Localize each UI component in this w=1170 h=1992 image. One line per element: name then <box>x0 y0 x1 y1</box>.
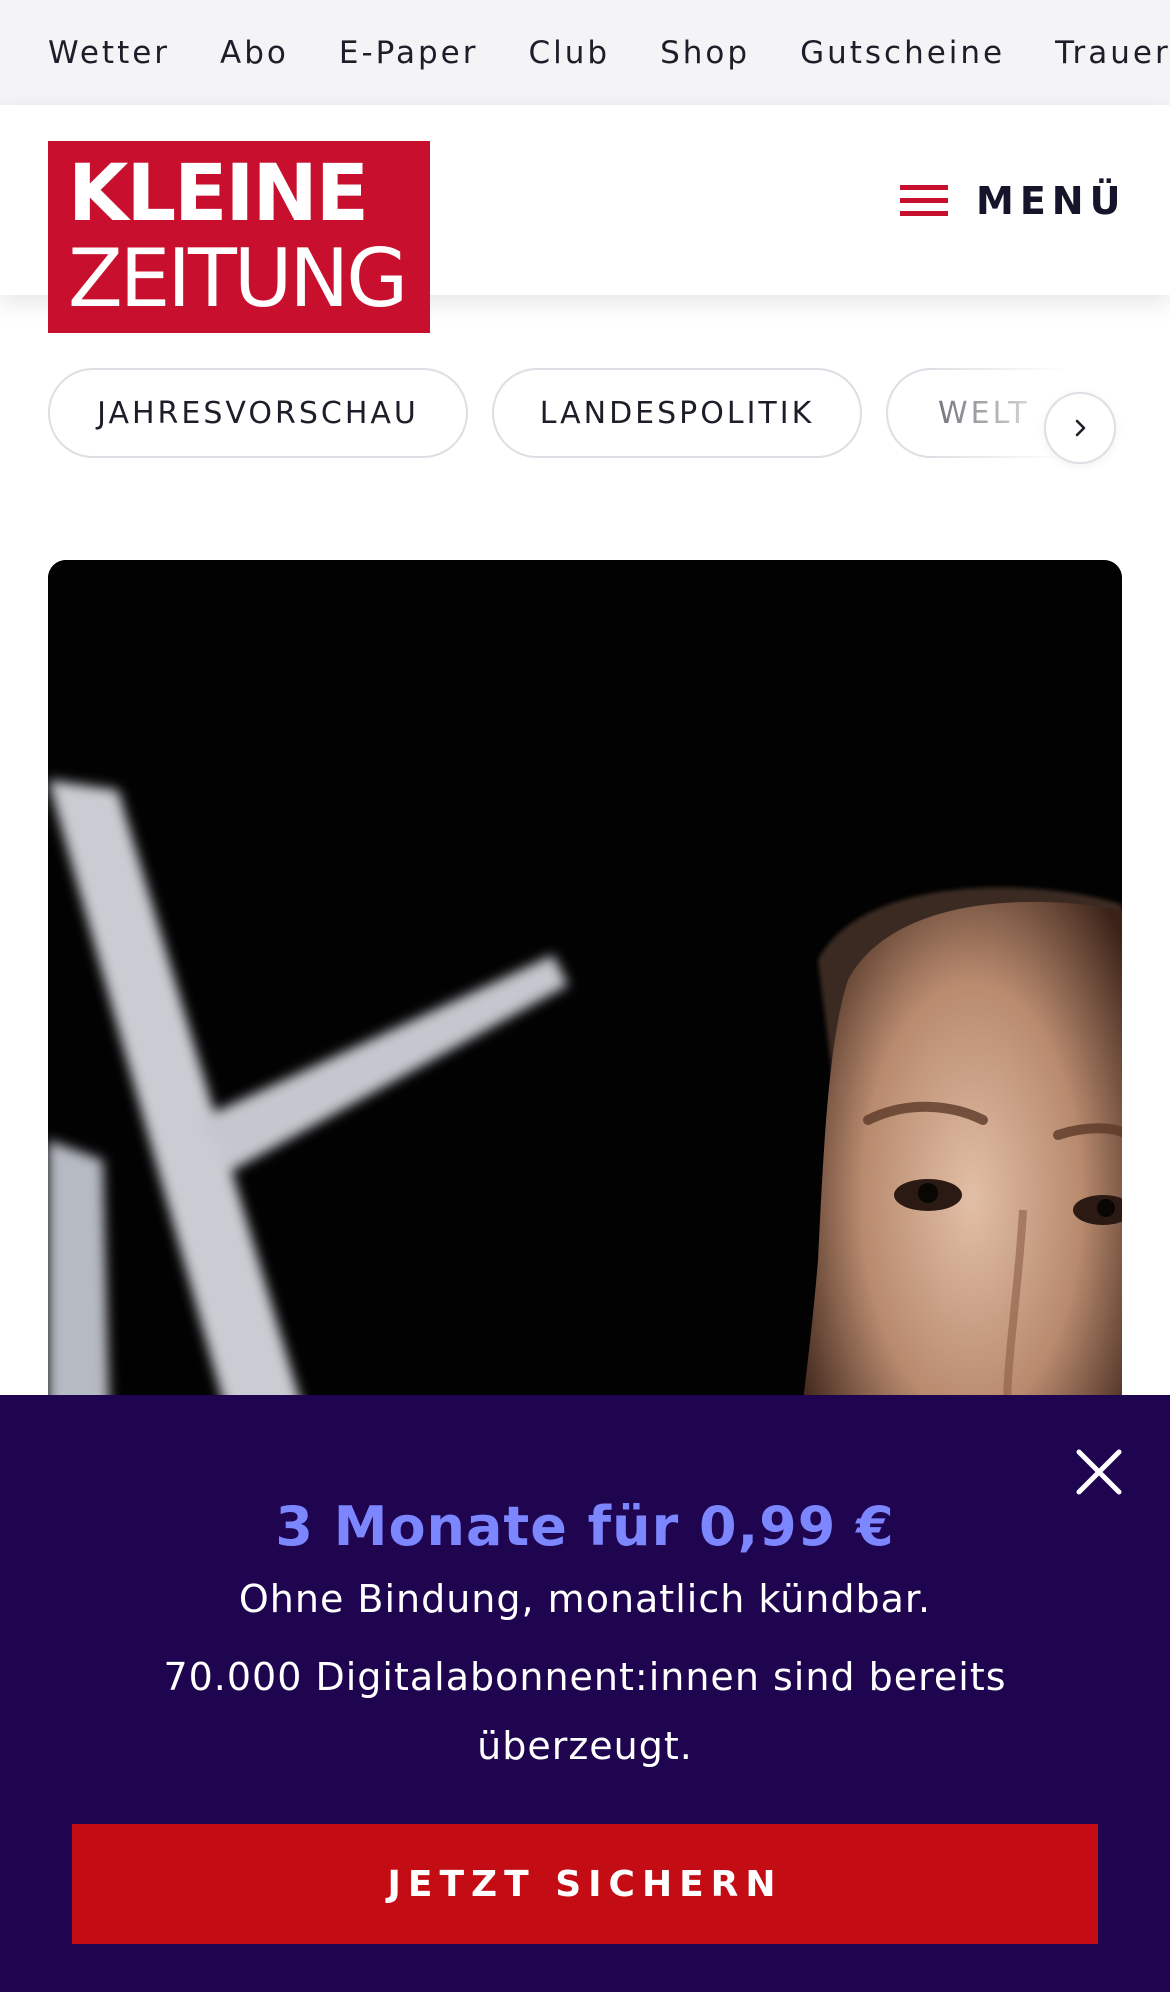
chips-next-button[interactable] <box>1044 392 1116 464</box>
service-nav-item-abo[interactable]: Abo <box>220 35 289 71</box>
logo-line-2: ZEITUNG <box>68 232 408 325</box>
site-header: KLEINE ZEITUNG MENÜ <box>0 105 1170 333</box>
topic-chip-jahresvorschau[interactable]: JAHRESVORSCHAU <box>48 368 468 458</box>
service-nav: Wetter Abo E-Paper Club Shop Gutscheine … <box>0 0 1170 105</box>
logo-line-1: KLEINE <box>68 149 369 239</box>
site-logo[interactable]: KLEINE ZEITUNG <box>48 141 430 333</box>
menu-label: MENÜ <box>976 179 1127 223</box>
service-nav-item-shop[interactable]: Shop <box>660 35 750 71</box>
service-nav-item-trauerportal[interactable]: Trauerportal <box>1055 35 1170 71</box>
close-icon <box>1076 1449 1122 1495</box>
promo-text: 70.000 Digitalabonnent:innen sind bereit… <box>163 1655 1007 1768</box>
hamburger-icon <box>900 183 948 219</box>
subscription-promo: 3 Monate für 0,99 € Ohne Bindung, monatl… <box>0 1395 1170 1992</box>
service-nav-item-club[interactable]: Club <box>528 35 610 71</box>
chevron-right-icon <box>1075 419 1086 437</box>
service-nav-item-wetter[interactable]: Wetter <box>48 35 170 71</box>
menu-button[interactable]: MENÜ <box>900 165 1130 237</box>
promo-headline: 3 Monate für 0,99 € <box>275 1495 895 1558</box>
topic-chips: JAHRESVORSCHAU LANDESPOLITIK WELT <box>48 368 1128 460</box>
cta-button[interactable]: JETZT SICHERN <box>72 1824 1098 1944</box>
service-nav-item-epaper[interactable]: E-Paper <box>339 35 479 71</box>
topic-chip-landespolitik[interactable]: LANDESPOLITIK <box>492 368 862 458</box>
service-nav-item-gutscheine[interactable]: Gutscheine <box>800 35 1005 71</box>
promo-close-button[interactable] <box>1072 1445 1126 1499</box>
promo-subline: Ohne Bindung, monatlich kündbar. <box>238 1577 932 1621</box>
